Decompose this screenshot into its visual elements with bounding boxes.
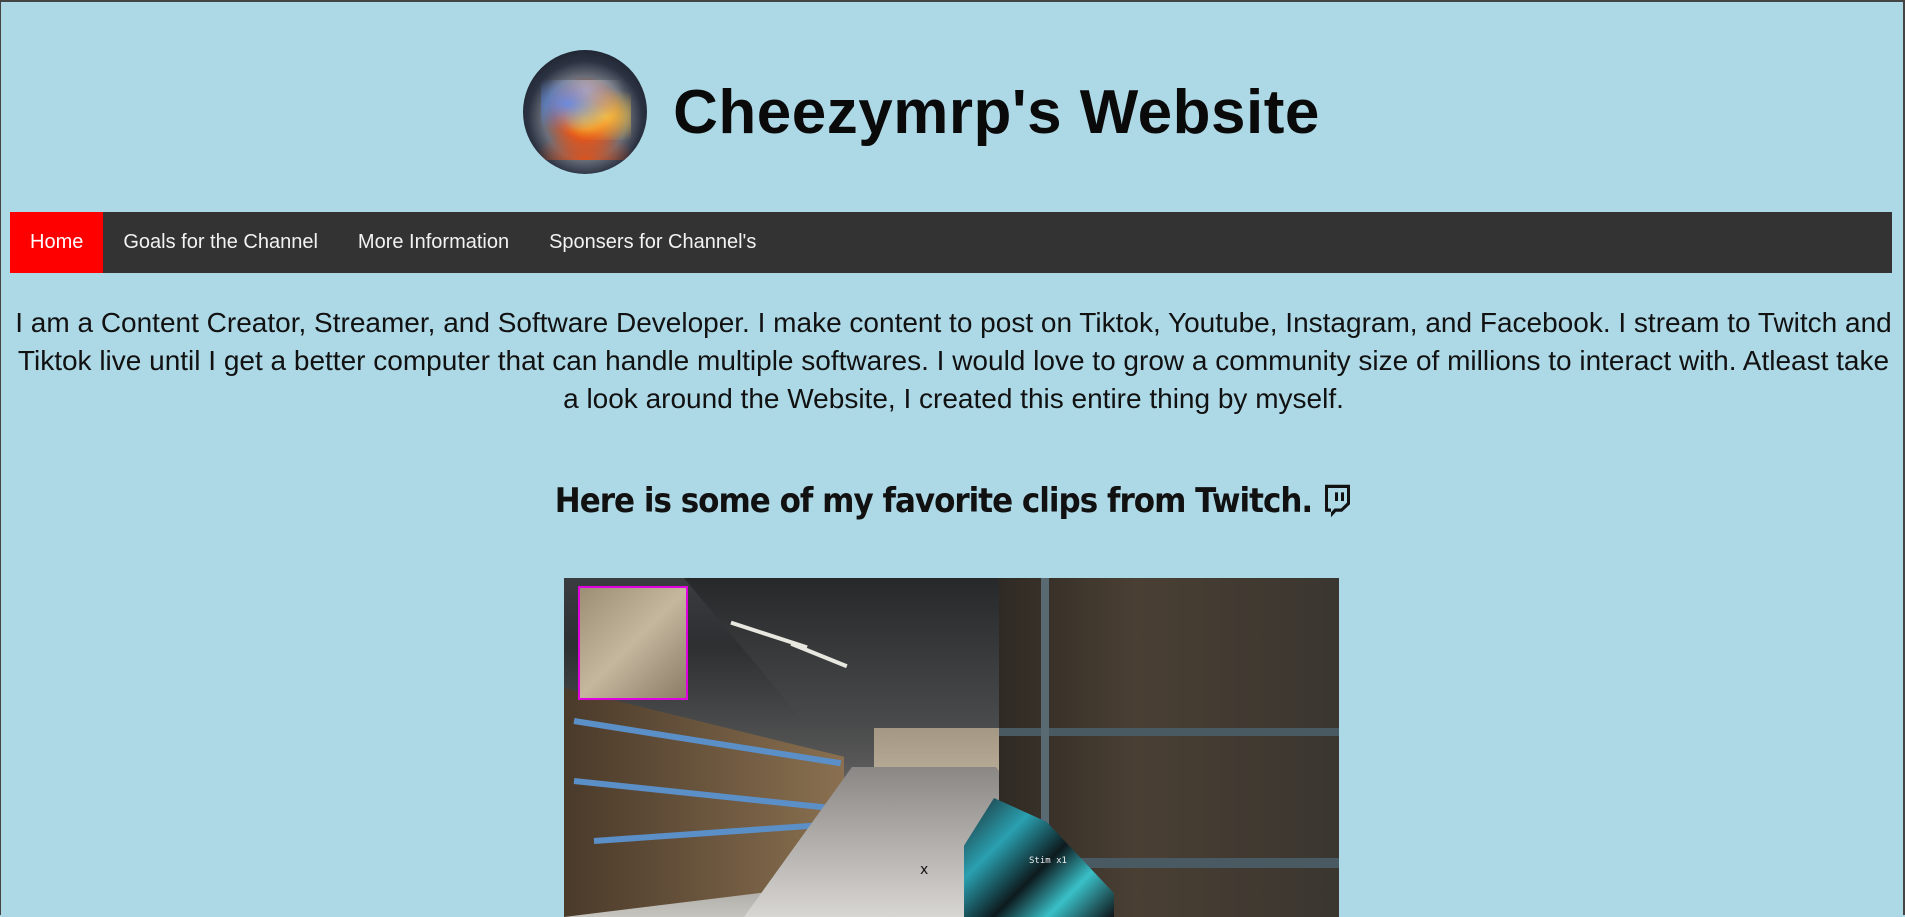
twitch-clip-video[interactable]: Stim x1 x — [564, 578, 1339, 917]
clips-heading: Here is some of my favorite clips from T… — [554, 481, 1313, 521]
site-title: Cheezymrp's Website — [673, 77, 1320, 147]
nav-item-home[interactable]: Home — [10, 212, 104, 273]
twitch-icon — [1322, 484, 1352, 519]
nav-item-more-information[interactable]: More Information — [338, 212, 529, 273]
site-header: Cheezymrp's Website — [0, 50, 1874, 174]
intro-paragraph: I am a Content Creator, Streamer, and So… — [15, 307, 1892, 414]
crosshair-icon: x — [920, 862, 929, 878]
clip-scene-shelf-bar — [999, 728, 1339, 736]
nav-item-goals[interactable]: Goals for the Channel — [103, 212, 338, 273]
clip-minimap — [578, 586, 688, 700]
clips-heading-row: Here is some of my favorite clips from T… — [1, 481, 1905, 521]
top-navigation: Home Goals for the Channel More Informat… — [10, 212, 1892, 273]
nav-item-sponsors[interactable]: Sponsers for Channel's — [529, 212, 776, 273]
channel-logo-image — [523, 50, 648, 174]
clip-hud-label: Stim x1 — [1029, 856, 1067, 866]
